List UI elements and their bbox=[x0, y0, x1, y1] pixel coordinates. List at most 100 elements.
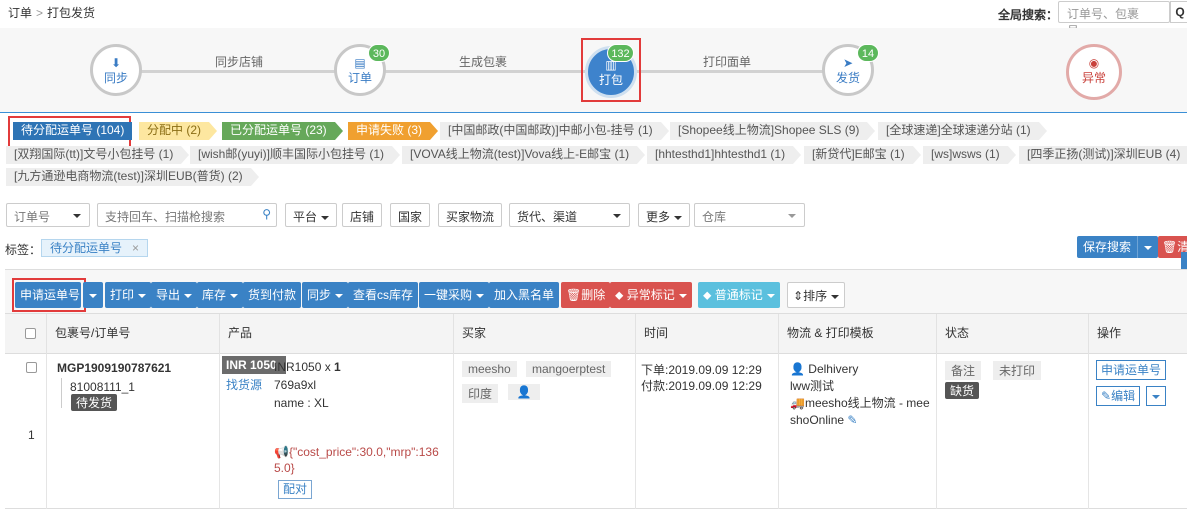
tag-channel[interactable]: [中国邮政(中国邮政)]中邮小包-挂号 (1) bbox=[440, 122, 669, 140]
row-edit-dropdown[interactable] bbox=[1146, 386, 1166, 406]
carrier-name: Delhivery bbox=[808, 362, 859, 376]
row-apply-tracking-button[interactable]: 申请运单号 bbox=[1096, 360, 1167, 380]
close-icon[interactable]: × bbox=[132, 241, 139, 255]
package-order-cell: MGP1909190787621 81008111_1 待发货 bbox=[46, 354, 219, 509]
row-edit-button[interactable]: ✎编辑 bbox=[1096, 386, 1141, 406]
product-cell: INR 1050 找货源 INR1050 x 1 769a9xl name : … bbox=[219, 354, 453, 509]
tag-channel[interactable]: [hhtesthd1]hhtesthd1 (1) bbox=[647, 146, 802, 164]
tag-channel[interactable]: [wish邮(yuyi)]顺丰国际小包挂号 (1) bbox=[190, 146, 401, 164]
tag-channel[interactable]: [全球速递]全球速递分站 (1) bbox=[878, 122, 1047, 140]
step-sync[interactable]: ⬇ 同步 bbox=[90, 44, 142, 96]
chevron-down-icon bbox=[613, 214, 621, 218]
tree-line bbox=[61, 378, 62, 408]
chevron-down-icon bbox=[321, 215, 330, 220]
global-search-input[interactable]: 订单号、包裹号、 bbox=[1058, 1, 1170, 38]
step-connector-sync-store: 同步店铺 bbox=[215, 55, 264, 69]
out-of-stock-tag: 缺货 bbox=[945, 382, 980, 399]
label-chip-pending[interactable]: 待分配运单号 × bbox=[41, 239, 149, 257]
one-click-purchase-button[interactable]: 一键采购 bbox=[419, 282, 490, 308]
cod-button[interactable]: 货到付款 bbox=[243, 282, 302, 308]
forwarder-channel-select[interactable]: 货代、渠道 bbox=[509, 203, 630, 227]
download-icon: ⬇ bbox=[110, 56, 122, 70]
logistics-cell: 👤 Delhivery lww测试 🚚meesho线上物流 - mee shoO… bbox=[778, 354, 936, 509]
step-abnormal[interactable]: ◉ 异常 bbox=[1066, 44, 1122, 100]
tag-channel[interactable]: [VOVA线上物流(test)]Vova线上-E邮宝 (1) bbox=[402, 146, 646, 164]
tag-pending-tracking[interactable]: 待分配运单号 (104) bbox=[13, 122, 133, 140]
col-logistics: 物流 & 打印模板 bbox=[778, 314, 936, 355]
step-connector-generate-package: 生成包裹 bbox=[459, 55, 508, 69]
tag-channel[interactable]: [九方通逊电商物流(test)]深圳EUB(普货) (2) bbox=[6, 168, 259, 186]
platform-dropdown-label: 平台 bbox=[293, 210, 318, 224]
forwarder-channel-label: 货代、渠道 bbox=[517, 210, 578, 224]
truck-icon: 🚚 bbox=[790, 396, 805, 410]
stock-button[interactable]: 库存 bbox=[197, 282, 244, 308]
apply-tracking-dropdown[interactable] bbox=[83, 282, 103, 308]
step-order-label: 订单 bbox=[347, 71, 372, 85]
select-all-checkbox[interactable] bbox=[25, 328, 36, 339]
chevron-down-icon bbox=[89, 293, 97, 298]
tag-allocated[interactable]: 已分配运单号 (23) bbox=[222, 122, 343, 140]
normal-mark-button[interactable]: ⬥ 普通标记 bbox=[698, 282, 780, 308]
buyer-country-tag: 印度 bbox=[462, 384, 499, 403]
sync-button[interactable]: 同步 bbox=[302, 282, 349, 308]
edit-icon[interactable]: ✎ bbox=[847, 413, 857, 427]
order-search-input[interactable]: 支持回车、扫描枪搜索 ⚲ bbox=[97, 203, 277, 227]
order-number[interactable]: 81008111_1 bbox=[70, 380, 135, 394]
tag-channel[interactable]: [ws]wsws (1) bbox=[923, 146, 1016, 164]
sort-button[interactable]: ⇕排序 bbox=[787, 282, 846, 308]
table-header: 包裹号/订单号 产品 买家 时间 物流 & 打印模板 状态 操作 bbox=[5, 313, 1187, 355]
apply-tracking-button[interactable]: 申请运单号 bbox=[15, 282, 81, 308]
more-filters-dropdown[interactable]: 更多 bbox=[638, 203, 691, 227]
export-button[interactable]: 导出 bbox=[151, 282, 198, 308]
remark-tag[interactable]: 备注 bbox=[945, 361, 982, 380]
tag-allocating[interactable]: 分配中 (2) bbox=[139, 122, 218, 140]
tag-channel[interactable]: [双翔国际(tt)]文号小包挂号 (1) bbox=[6, 146, 190, 164]
step-pack-badge: 132 bbox=[607, 44, 634, 62]
col-buyer: 买家 bbox=[453, 314, 635, 355]
breadcrumb-separator: > bbox=[36, 6, 44, 20]
row-index: 1 bbox=[28, 428, 35, 442]
select-all-cell bbox=[5, 314, 46, 355]
delete-button[interactable]: 🗑删除 bbox=[561, 282, 611, 308]
order-no-select-label: 订单号 bbox=[14, 210, 51, 224]
one-click-purchase-label: 一键采购 bbox=[424, 288, 473, 302]
order-no-select[interactable]: 订单号 bbox=[6, 203, 90, 227]
find-source-link[interactable]: 找货源 bbox=[226, 376, 262, 393]
sort-icon: ⇕ bbox=[793, 289, 804, 303]
save-search-button[interactable]: 保存搜索 bbox=[1077, 236, 1159, 258]
match-button[interactable]: 配对 bbox=[278, 480, 313, 499]
row-checkbox[interactable] bbox=[26, 362, 37, 373]
eye-slash-icon: ◉ bbox=[1088, 56, 1100, 70]
store-button[interactable]: 店铺 bbox=[342, 203, 383, 227]
view-cs-stock-button[interactable]: 查看cs库存 bbox=[348, 282, 419, 308]
warehouse-select[interactable]: 仓库 bbox=[694, 203, 805, 227]
chevron-down-icon bbox=[335, 293, 344, 298]
split-divider bbox=[1137, 236, 1139, 258]
save-search-label: 保存搜索 bbox=[1083, 240, 1132, 254]
paid-time: 付款:2019.09.09 12:29 bbox=[641, 379, 762, 393]
chevron-down-icon bbox=[1152, 394, 1160, 399]
print-label: 打印 bbox=[110, 288, 135, 302]
package-number[interactable]: MGP1909190787621 bbox=[57, 361, 171, 375]
step-connector-print-label: 打印面单 bbox=[703, 55, 752, 69]
chevron-down-icon bbox=[184, 293, 193, 298]
print-button[interactable]: 打印 bbox=[105, 282, 152, 308]
abnormal-mark-button[interactable]: ⬥ 异常标记 bbox=[610, 282, 692, 308]
col-product: 产品 bbox=[219, 314, 453, 355]
country-button[interactable]: 国家 bbox=[390, 203, 431, 227]
logistics-info: 👤 Delhivery lww测试 🚚meesho线上物流 - mee shoO… bbox=[790, 361, 930, 429]
platform-dropdown[interactable]: 平台 bbox=[285, 203, 338, 227]
tag-icon: ⬥ bbox=[703, 288, 715, 302]
buyer-logistics-button[interactable]: 买家物流 bbox=[438, 203, 503, 227]
tag-apply-failed[interactable]: 申请失败 (3) bbox=[348, 122, 439, 140]
tag-channel[interactable]: [新贷代]E邮宝 (1) bbox=[804, 146, 921, 164]
tag-channel[interactable]: [四季正扬(测试)]深圳EUB (4) bbox=[1019, 146, 1187, 164]
global-search-button[interactable]: Q bbox=[1170, 1, 1187, 23]
breadcrumb-root[interactable]: 订单 bbox=[8, 6, 32, 20]
more-filters-label: 更多 bbox=[646, 210, 671, 224]
chevron-down-icon[interactable] bbox=[1144, 245, 1153, 250]
tag-channel[interactable]: [Shopee线上物流]Shopee SLS (9) bbox=[670, 122, 876, 140]
trash-icon: 🗑 bbox=[566, 288, 582, 302]
user-icon[interactable]: 👤 bbox=[508, 384, 540, 400]
blacklist-button[interactable]: 加入黑名单 bbox=[489, 282, 560, 308]
